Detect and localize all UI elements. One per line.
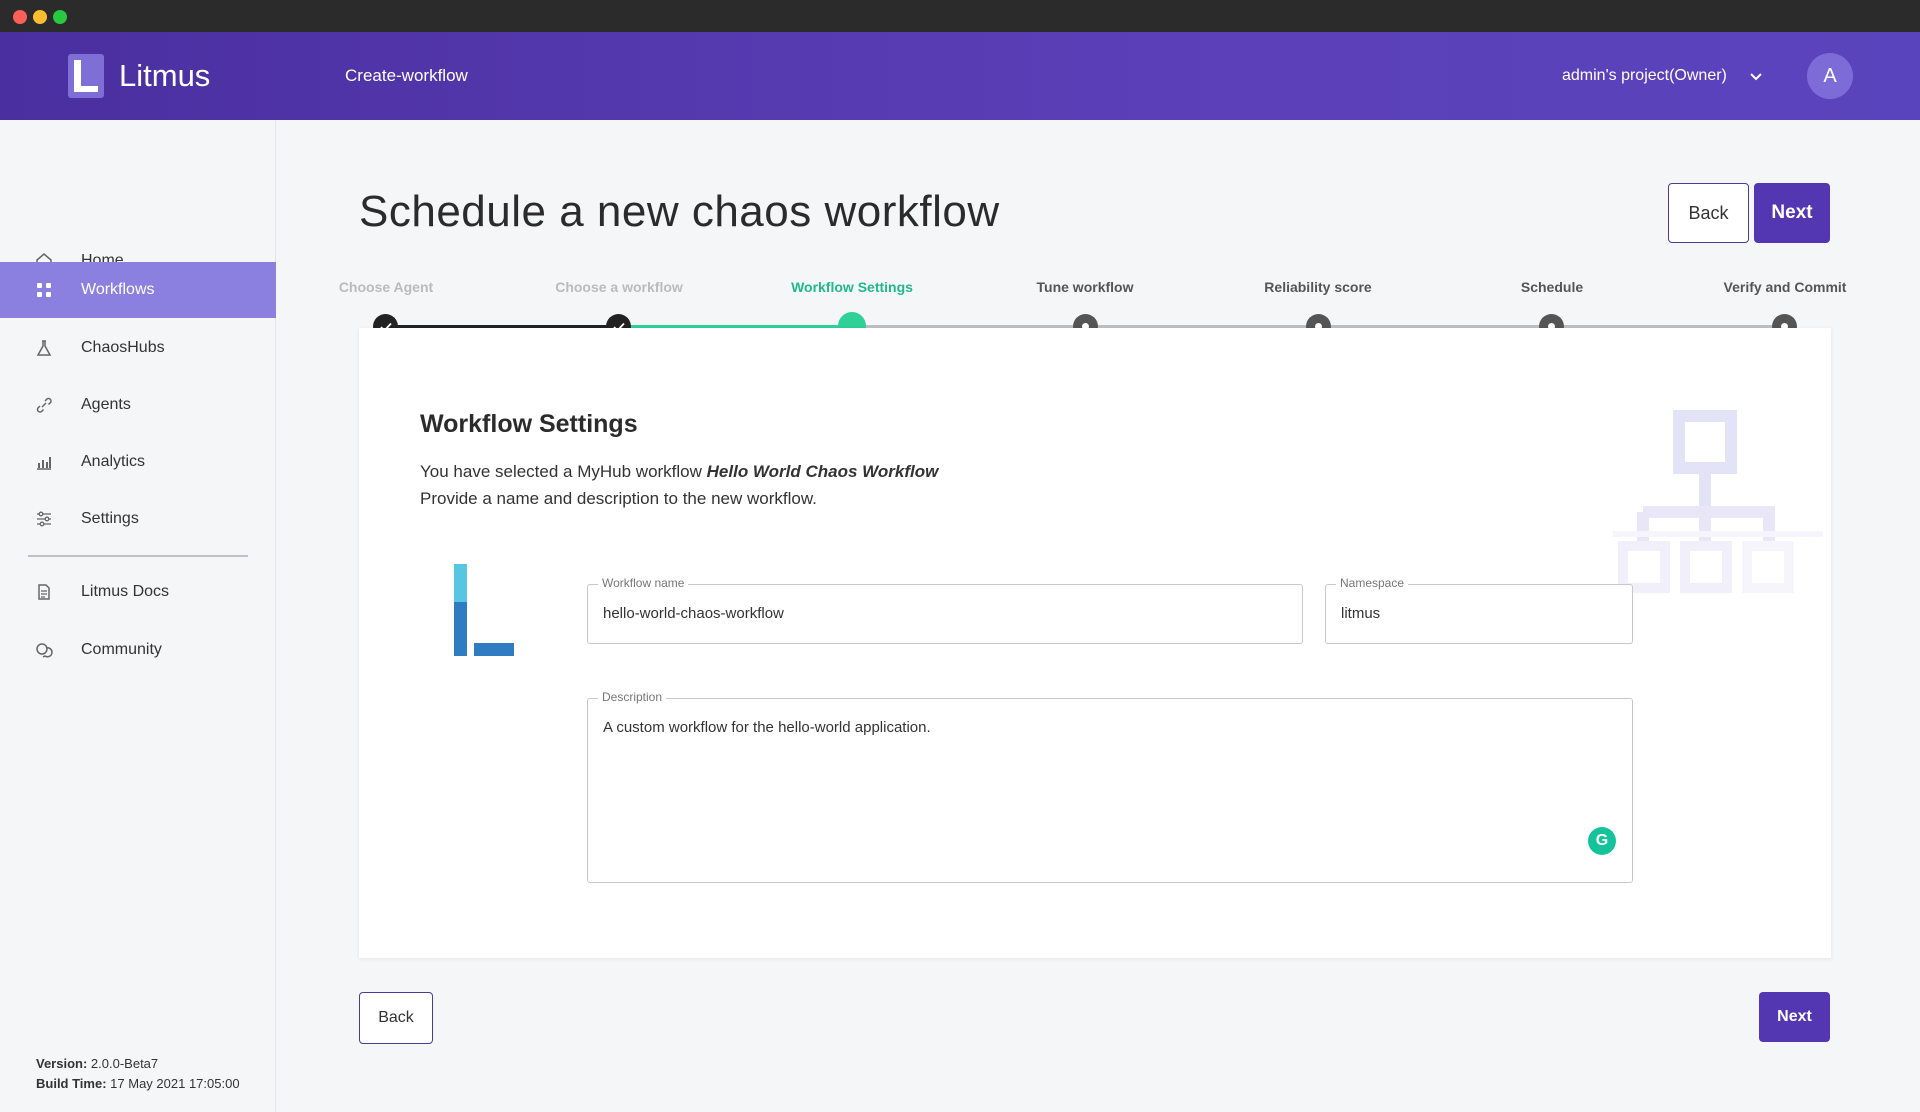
next-button-bottom[interactable]: Next bbox=[1759, 992, 1830, 1042]
brand-name[interactable]: Litmus bbox=[119, 58, 210, 94]
project-selector[interactable]: admin's project(Owner) bbox=[1562, 67, 1727, 85]
description-value[interactable]: A custom workflow for the hello-world ap… bbox=[603, 719, 931, 736]
namespace-field[interactable]: Namespace litmus bbox=[1325, 576, 1633, 644]
grammarly-icon[interactable]: G bbox=[1588, 827, 1616, 855]
step-label-verify-and-commit: Verify and Commit bbox=[1723, 279, 1847, 295]
sidebar-item-litmus-docs[interactable]: Litmus Docs bbox=[0, 564, 276, 620]
workflow-name-value[interactable]: hello-world-chaos-workflow bbox=[603, 605, 784, 622]
back-button-top[interactable]: Back bbox=[1668, 183, 1749, 243]
build-time-value: 17 May 2021 17:05:00 bbox=[110, 1076, 240, 1091]
version-info: Version: 2.0.0-Beta7 Build Time: 17 May … bbox=[36, 1054, 240, 1094]
sidebar-item-chaoshubs[interactable]: ChaosHubs bbox=[0, 320, 276, 376]
sidebar-item-label: Community bbox=[81, 641, 162, 658]
litmus-logo-icon[interactable] bbox=[68, 54, 104, 98]
app-header: Litmus Create-workflow admin's project(O… bbox=[0, 32, 1920, 120]
sidebar-item-label: ChaosHubs bbox=[81, 339, 165, 356]
sidebar-item-analytics[interactable]: Analytics bbox=[0, 434, 276, 490]
sidebar-item-label: Settings bbox=[81, 510, 139, 527]
back-button-bottom[interactable]: Back bbox=[359, 992, 433, 1044]
page-breadcrumb: Create-workflow bbox=[345, 66, 468, 85]
description-label: Description bbox=[598, 690, 667, 704]
instruction-text: Provide a name and description to the ne… bbox=[420, 489, 817, 508]
step-label-choose-agent: Choose Agent bbox=[338, 279, 434, 295]
sidebar-item-workflows[interactable]: Workflows bbox=[0, 262, 276, 318]
sidebar-item-agents[interactable]: Agents bbox=[0, 377, 276, 433]
step-label-schedule: Schedule bbox=[1520, 279, 1584, 295]
workflow-name-label: Workflow name bbox=[598, 576, 689, 590]
maximize-window-button[interactable] bbox=[53, 10, 67, 24]
document-icon bbox=[34, 582, 54, 602]
settings-icon bbox=[34, 509, 54, 529]
sidebar-item-label: Workflows bbox=[81, 281, 155, 298]
workflows-icon bbox=[34, 280, 54, 300]
workflow-diagram-icon bbox=[1613, 410, 1823, 593]
next-button-top[interactable]: Next bbox=[1754, 183, 1830, 243]
chevron-down-icon[interactable] bbox=[1748, 68, 1764, 84]
workflow-name-field[interactable]: Workflow name hello-world-chaos-workflow bbox=[587, 576, 1303, 644]
sidebar-item-label: Litmus Docs bbox=[81, 583, 170, 600]
version-label: Version: bbox=[36, 1056, 88, 1071]
selected-workflow-prefix: You have selected a MyHub workflow bbox=[420, 462, 707, 481]
card-title: Workflow Settings bbox=[420, 410, 638, 438]
step-label-reliability-score: Reliability score bbox=[1264, 279, 1372, 295]
namespace-value[interactable]: litmus bbox=[1341, 605, 1380, 622]
sidebar: Home Workflows ChaosHubs Agents Analytic… bbox=[0, 120, 276, 1112]
step-label-workflow-settings: Workflow Settings bbox=[791, 279, 913, 295]
window-titlebar bbox=[0, 0, 1920, 32]
sidebar-divider bbox=[28, 555, 248, 557]
user-avatar[interactable]: A bbox=[1807, 53, 1853, 99]
sidebar-item-label: Agents bbox=[81, 396, 131, 413]
link-icon bbox=[34, 395, 54, 415]
card-description: You have selected a MyHub workflow Hello… bbox=[420, 458, 938, 512]
description-field[interactable]: Description A custom workflow for the he… bbox=[587, 690, 1633, 883]
litmus-mini-logo-icon bbox=[454, 564, 514, 656]
sidebar-item-settings[interactable]: Settings bbox=[0, 491, 276, 547]
analytics-icon bbox=[34, 452, 54, 472]
page-title: Schedule a new chaos workflow bbox=[359, 187, 1000, 236]
sidebar-item-community[interactable]: Community bbox=[0, 622, 276, 678]
workflow-settings-card: Workflow Settings You have selected a My… bbox=[359, 328, 1831, 958]
sidebar-item-label: Analytics bbox=[81, 453, 146, 470]
chat-icon bbox=[34, 640, 54, 660]
version-value: 2.0.0-Beta7 bbox=[90, 1056, 159, 1071]
build-time-label: Build Time: bbox=[36, 1076, 107, 1091]
selected-workflow-name: Hello World Chaos Workflow bbox=[706, 462, 939, 481]
step-label-tune-workflow: Tune workflow bbox=[1036, 279, 1134, 295]
flask-icon bbox=[34, 338, 54, 358]
minimize-window-button[interactable] bbox=[33, 10, 47, 24]
step-label-choose-workflow: Choose a workflow bbox=[555, 279, 683, 295]
close-window-button[interactable] bbox=[13, 10, 27, 24]
namespace-label: Namespace bbox=[1336, 576, 1409, 590]
